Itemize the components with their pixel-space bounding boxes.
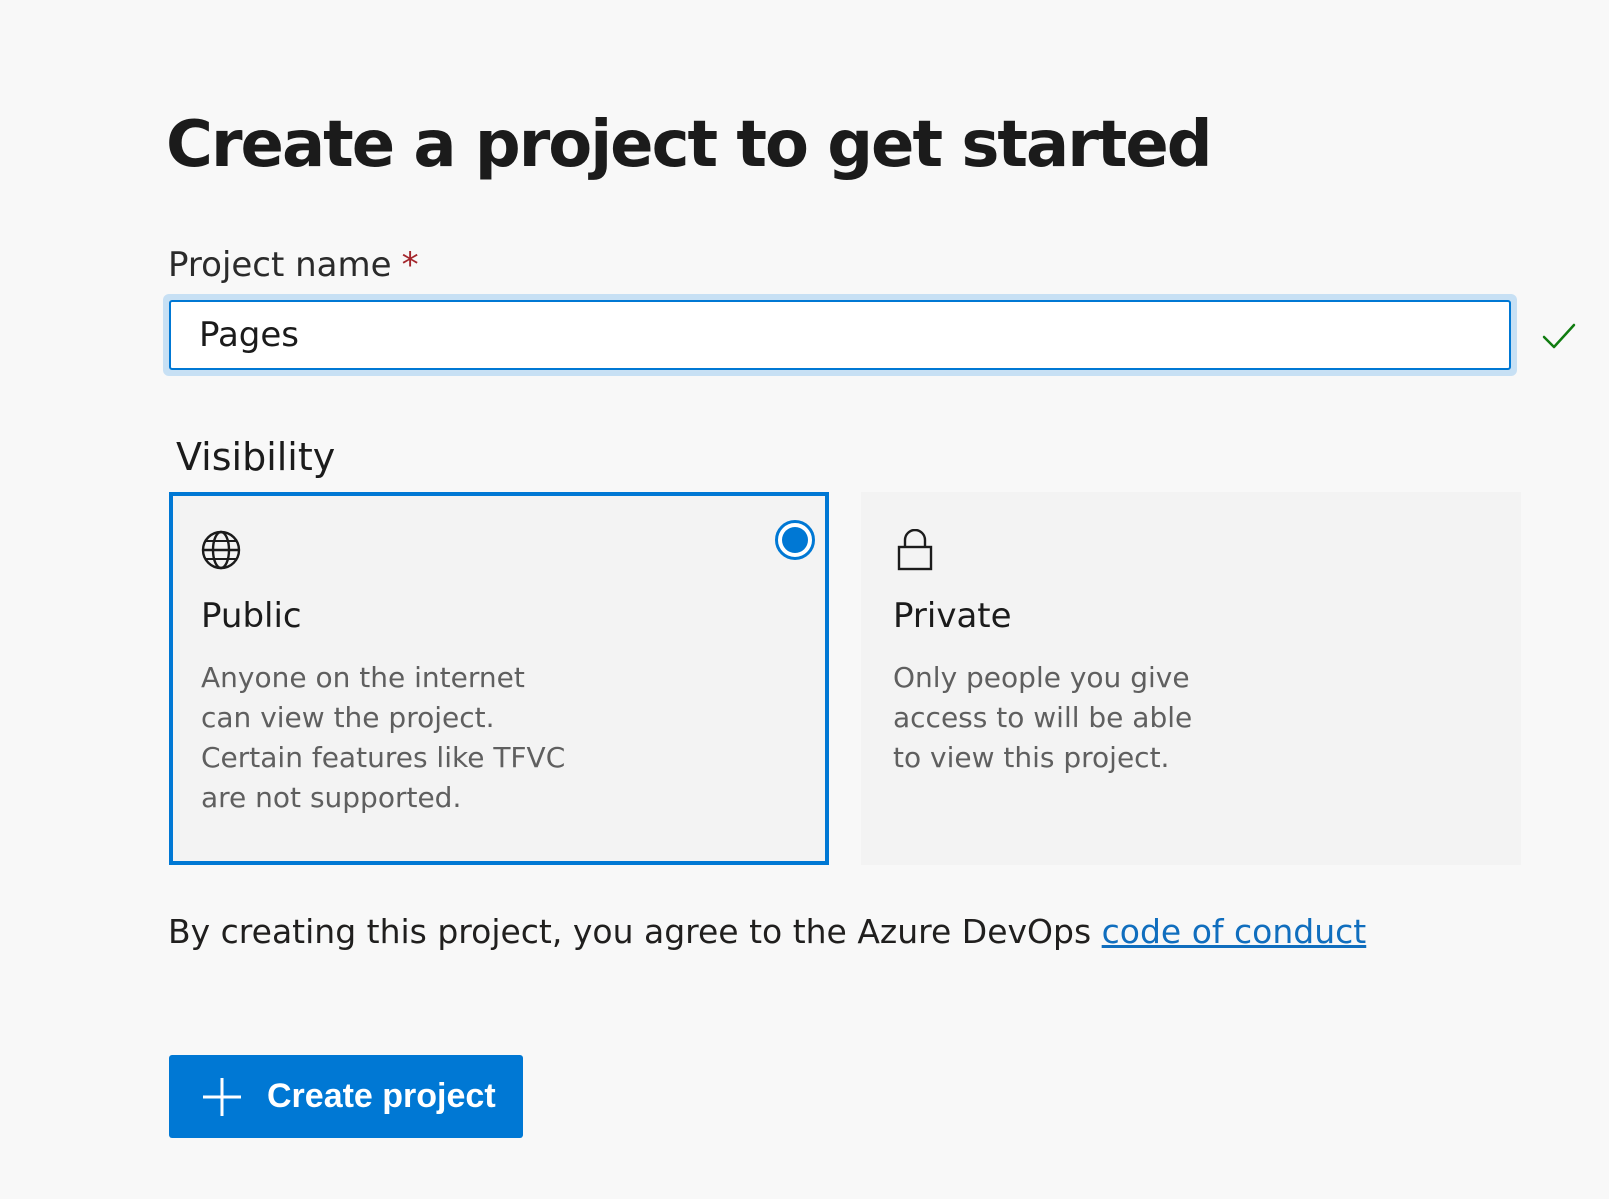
radio-selected-dot — [782, 527, 808, 553]
create-project-button[interactable]: Create project — [169, 1055, 523, 1138]
visibility-option-public[interactable]: Public Anyone on the internet can view t… — [169, 492, 829, 865]
visibility-label: Visibility — [176, 435, 336, 479]
create-project-label: Create project — [267, 1077, 496, 1115]
agreement-statement: By creating this project, you agree to t… — [168, 912, 1092, 951]
agreement-text: By creating this project, you agree to t… — [168, 909, 1366, 955]
public-option-title: Public — [201, 596, 302, 636]
private-option-description: Only people you give access to will be a… — [893, 661, 1193, 774]
code-of-conduct-link[interactable]: code of conduct — [1102, 912, 1367, 951]
project-name-input[interactable] — [169, 300, 1511, 370]
private-option-title: Private — [893, 596, 1012, 636]
plus-icon — [203, 1078, 241, 1116]
create-project-page: Create a project to get started Project … — [0, 0, 1609, 1199]
lock-icon — [897, 529, 933, 571]
project-name-label-text: Project name — [168, 245, 392, 285]
public-option-description: Anyone on the internet can view the proj… — [201, 661, 566, 814]
required-marker: * — [401, 245, 419, 285]
page-title: Create a project to get started — [166, 108, 1213, 182]
checkmark-icon — [1542, 323, 1576, 349]
public-radio-button[interactable] — [775, 520, 815, 560]
project-name-focus-ring — [163, 294, 1517, 376]
globe-icon — [201, 530, 241, 570]
visibility-option-private[interactable]: Private Only people you give access to w… — [861, 492, 1521, 865]
project-name-label: Project name * — [168, 242, 419, 288]
